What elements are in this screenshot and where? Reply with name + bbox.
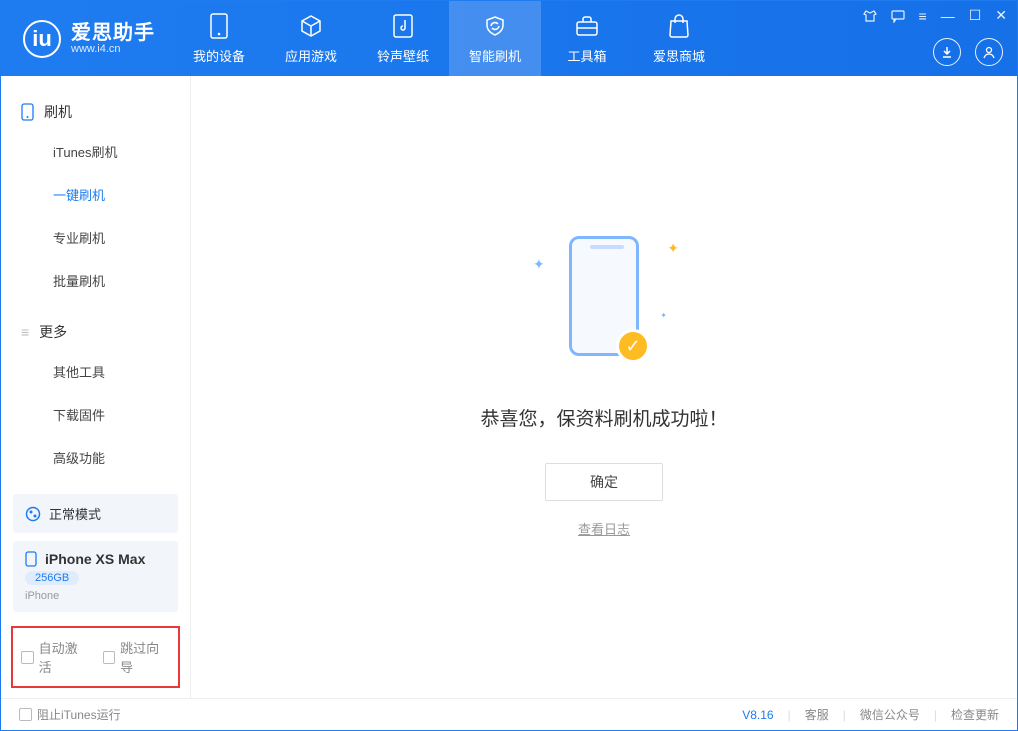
cube-icon (297, 12, 325, 40)
mode-icon (25, 506, 41, 522)
checkbox-label: 跳过向导 (120, 638, 170, 676)
sidebar-item-batch-flash[interactable]: 批量刷机 (1, 259, 190, 302)
view-log-link[interactable]: 查看日志 (578, 519, 630, 538)
sidebar-group-label: 刷机 (44, 102, 72, 122)
checkbox-skip-guide[interactable]: 跳过向导 (103, 638, 171, 676)
logo-text: 爱思助手 www.i4.cn (71, 23, 155, 55)
nav-tab-label: 应用游戏 (285, 46, 337, 65)
nav-tab-toolbox[interactable]: 工具箱 (541, 1, 633, 76)
mode-box[interactable]: 正常模式 (13, 494, 178, 533)
device-type: iPhone (25, 590, 166, 602)
checkbox-label: 自动激活 (39, 638, 89, 676)
mode-label: 正常模式 (49, 504, 101, 523)
sidebar-item-pro-flash[interactable]: 专业刷机 (1, 216, 190, 259)
account-area (933, 38, 1003, 66)
maximize-icon[interactable]: ☐ (969, 7, 982, 24)
sparkle-icon: ✦ (667, 240, 679, 257)
music-file-icon (389, 12, 417, 40)
device-phone-icon (25, 551, 37, 567)
nav-tabs: 我的设备 应用游戏 铃声壁纸 智能刷机 工具箱 爱思商城 (173, 1, 725, 76)
user-button[interactable] (975, 38, 1003, 66)
app-title: 爱思助手 (71, 23, 155, 43)
version-label: V8.16 (742, 708, 773, 722)
toolbox-icon (573, 12, 601, 40)
sparkle-icon: ✦ (533, 256, 545, 273)
sidebar-item-advanced[interactable]: 高级功能 (1, 436, 190, 479)
app-subtitle: www.i4.cn (71, 43, 155, 55)
shirt-icon[interactable] (863, 9, 877, 23)
main-content: ✦ ✦ ✦ ✓ 恭喜您，保资料刷机成功啦！ 确定 查看日志 (191, 76, 1017, 698)
sidebar-item-other-tools[interactable]: 其他工具 (1, 350, 190, 393)
storage-badge: 256GB (25, 571, 79, 585)
phone-icon (21, 103, 34, 121)
device-icon (205, 12, 233, 40)
sidebar-item-itunes-flash[interactable]: iTunes刷机 (1, 130, 190, 173)
sidebar-item-oneclick-flash[interactable]: 一键刷机 (1, 173, 190, 216)
link-wechat[interactable]: 微信公众号 (860, 706, 920, 723)
sidebar-item-download-firmware[interactable]: 下载固件 (1, 393, 190, 436)
bag-icon (665, 12, 693, 40)
nav-tab-label: 爱思商城 (653, 46, 705, 65)
nav-tab-flash[interactable]: 智能刷机 (449, 1, 541, 76)
app-window: iu 爱思助手 www.i4.cn 我的设备 应用游戏 铃声壁纸 智能刷机 (0, 0, 1018, 731)
nav-tab-device[interactable]: 我的设备 (173, 1, 265, 76)
minimize-icon[interactable]: — (941, 8, 955, 24)
logo-area: iu 爱思助手 www.i4.cn (1, 1, 173, 76)
statusbar-right: V8.16 | 客服 | 微信公众号 | 检查更新 (742, 706, 999, 723)
nav-tab-ringtone[interactable]: 铃声壁纸 (357, 1, 449, 76)
device-info-box[interactable]: iPhone XS Max 256GB iPhone (13, 541, 178, 612)
ok-button[interactable]: 确定 (545, 463, 663, 501)
statusbar-left: 阻止iTunes运行 (19, 706, 121, 723)
app-logo-icon: iu (23, 20, 61, 58)
nav-tab-label: 智能刷机 (469, 46, 521, 65)
link-support[interactable]: 客服 (805, 706, 829, 723)
nav-tab-label: 工具箱 (567, 46, 606, 65)
device-name: iPhone XS Max (45, 551, 145, 567)
sidebar-group-more: ≡ 更多 (1, 314, 190, 350)
statusbar: 阻止iTunes运行 V8.16 | 客服 | 微信公众号 | 检查更新 (1, 698, 1017, 730)
titlebar: iu 爱思助手 www.i4.cn 我的设备 应用游戏 铃声壁纸 智能刷机 (1, 1, 1017, 76)
device-name-row: iPhone XS Max (25, 551, 166, 567)
success-illustration: ✦ ✦ ✦ ✓ (569, 236, 639, 356)
link-update[interactable]: 检查更新 (951, 706, 999, 723)
checkbox-label: 阻止iTunes运行 (37, 706, 121, 723)
success-message: 恭喜您，保资料刷机成功啦！ (480, 404, 727, 431)
sidebar-group-label: 更多 (39, 322, 67, 342)
menu-icon[interactable]: ≡ (919, 8, 927, 24)
body-area: 刷机 iTunes刷机 一键刷机 专业刷机 批量刷机 ≡ 更多 其他工具 下载固… (1, 76, 1017, 698)
sparkle-icon: ✦ (660, 311, 667, 320)
nav-tab-store[interactable]: 爱思商城 (633, 1, 725, 76)
checkbox-block-itunes[interactable]: 阻止iTunes运行 (19, 706, 121, 723)
download-button[interactable] (933, 38, 961, 66)
checkbox-auto-activate[interactable]: 自动激活 (21, 638, 89, 676)
refresh-shield-icon (481, 12, 509, 40)
sidebar: 刷机 iTunes刷机 一键刷机 专业刷机 批量刷机 ≡ 更多 其他工具 下载固… (1, 76, 191, 698)
list-icon: ≡ (21, 324, 29, 340)
nav-tab-label: 铃声壁纸 (377, 46, 429, 65)
phone-icon: ✓ (569, 236, 639, 356)
nav-tab-apps[interactable]: 应用游戏 (265, 1, 357, 76)
sidebar-group-flash: 刷机 (1, 94, 190, 130)
options-row: 自动激活 跳过向导 (11, 626, 180, 688)
nav-tab-label: 我的设备 (193, 46, 245, 65)
window-controls: ≡ — ☐ ✕ (863, 7, 1007, 24)
success-check-icon: ✓ (616, 329, 650, 363)
feedback-icon[interactable] (891, 9, 905, 23)
close-icon[interactable]: ✕ (995, 7, 1007, 24)
